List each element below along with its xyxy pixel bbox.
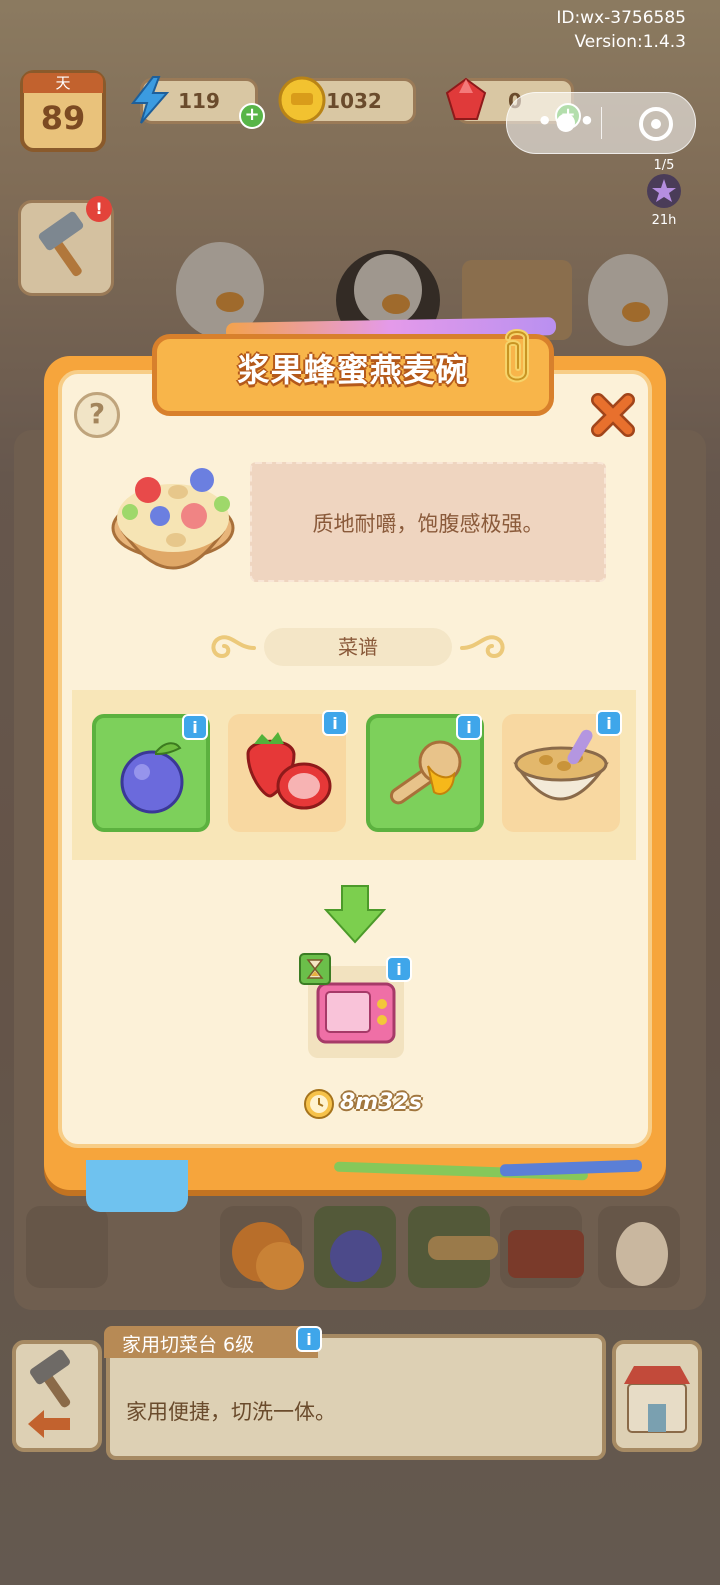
ingredient-strawberry[interactable]: i bbox=[228, 710, 348, 832]
arrow-down-icon bbox=[324, 885, 386, 944]
shop-icon bbox=[624, 1366, 690, 1433]
star-timer-value: 21h bbox=[651, 213, 677, 228]
star-icon bbox=[647, 174, 681, 208]
miniprogram-capsule: •●• bbox=[506, 92, 696, 154]
item-title-tab: 家用切菜台 6级 bbox=[104, 1326, 318, 1358]
ingredient-blueberry[interactable]: i bbox=[92, 714, 210, 832]
coins-stat[interactable]: 1032 bbox=[278, 76, 416, 124]
day-label: 天 bbox=[23, 73, 103, 93]
close-icon bbox=[591, 393, 635, 437]
hourglass-icon bbox=[299, 953, 331, 985]
more-menu-icon[interactable]: •●• bbox=[537, 109, 598, 133]
info-icon[interactable]: i bbox=[596, 710, 622, 736]
tool-info-icon[interactable]: i bbox=[386, 956, 412, 982]
add-energy-icon[interactable]: + bbox=[239, 103, 265, 129]
ribbon-decoration bbox=[86, 1160, 188, 1212]
notification-badge: ! bbox=[86, 196, 112, 222]
day-counter: 天 89 bbox=[20, 70, 106, 152]
timer-value: 8m32s bbox=[340, 1090, 422, 1115]
version-label: Version:1.4.3 bbox=[574, 32, 687, 52]
star-counter: 1/5 bbox=[653, 158, 675, 173]
close-button[interactable] bbox=[590, 392, 636, 438]
tool-swap-button[interactable] bbox=[12, 1340, 102, 1452]
ingredient-honey[interactable]: i bbox=[366, 714, 484, 832]
help-button[interactable]: ? bbox=[74, 392, 120, 438]
left-swirl-icon bbox=[211, 635, 256, 659]
shop-button[interactable] bbox=[612, 1340, 702, 1452]
account-id: ID:wx-3756585 bbox=[556, 8, 686, 28]
item-description: 家用便捷，切洗一体。 bbox=[126, 1400, 336, 1424]
board-items bbox=[232, 1222, 668, 1290]
right-swirl-icon bbox=[460, 635, 505, 659]
info-icon[interactable]: i bbox=[182, 714, 208, 740]
stopwatch-icon bbox=[304, 1089, 334, 1119]
dish-description-box: 质地耐嚼，饱腹感极强。 bbox=[250, 462, 606, 582]
info-icon[interactable]: i bbox=[322, 710, 348, 736]
star-timer[interactable]: 1/5 21h bbox=[636, 158, 692, 228]
question-icon: ? bbox=[88, 397, 106, 430]
cook-timer: 8m32s bbox=[302, 1086, 422, 1122]
coins-value: 1032 bbox=[326, 89, 382, 113]
recipe-label: 菜谱 bbox=[264, 628, 452, 666]
item-info-icon[interactable]: i bbox=[296, 1326, 322, 1352]
berry-oat-bowl-icon bbox=[111, 468, 235, 570]
paperclip-icon bbox=[505, 329, 529, 383]
item-title: 家用切菜台 6级 bbox=[122, 1334, 255, 1356]
info-icon[interactable]: i bbox=[456, 714, 482, 740]
ingredient-oats[interactable]: i bbox=[502, 710, 622, 832]
dish-description: 质地耐嚼，饱腹感极强。 bbox=[312, 512, 544, 536]
close-miniprogram-icon[interactable] bbox=[639, 107, 673, 141]
energy-stat[interactable]: 119 + bbox=[130, 76, 265, 129]
day-value: 89 bbox=[40, 99, 86, 137]
dialog-title: 浆果蜂蜜燕麦碗 bbox=[237, 351, 469, 389]
hammer-arrow-icon bbox=[28, 1349, 71, 1438]
